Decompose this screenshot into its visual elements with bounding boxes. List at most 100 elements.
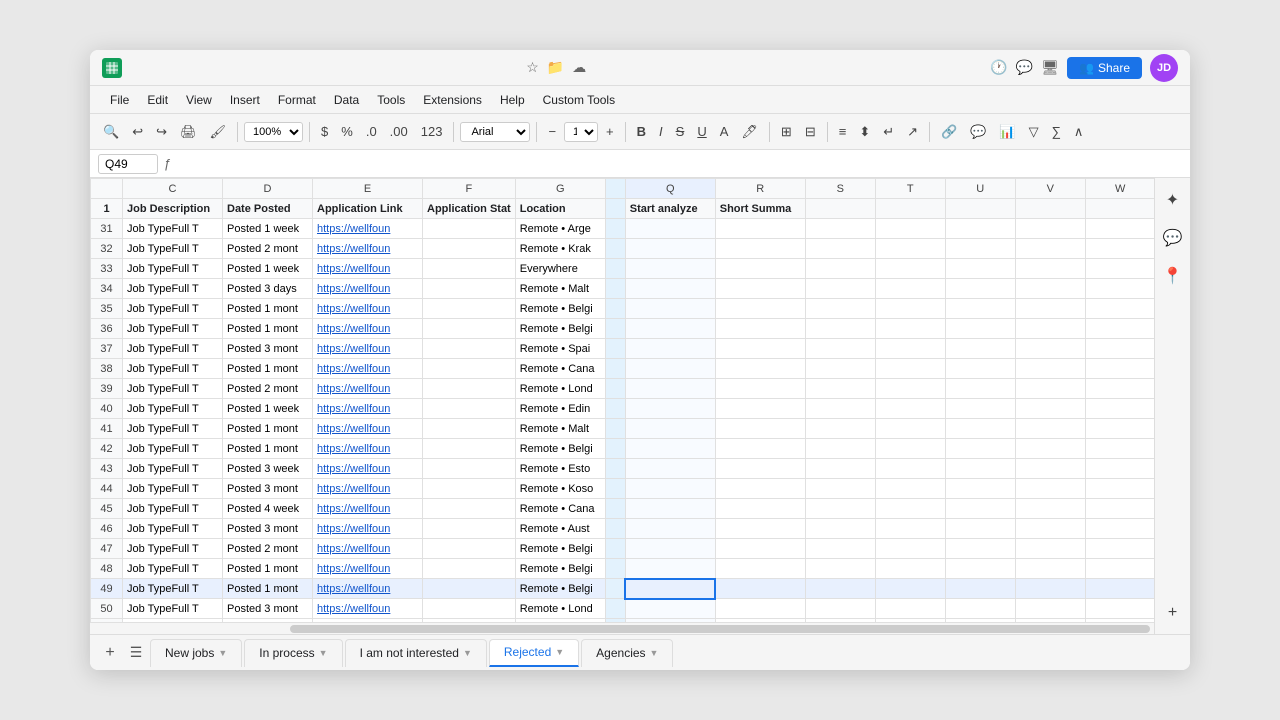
col-header-t[interactable]: T — [875, 179, 945, 199]
cell-link[interactable]: https://wellfoun — [313, 259, 423, 279]
menu-view[interactable]: View — [178, 90, 220, 110]
format-num-button[interactable]: 123 — [416, 121, 448, 142]
star-icon[interactable]: ☆ — [526, 59, 539, 76]
font-size-inc-button[interactable]: + — [601, 121, 619, 142]
cell-link[interactable]: https://wellfoun — [313, 559, 423, 579]
menu-extensions[interactable]: Extensions — [415, 90, 490, 110]
italic-button[interactable]: I — [654, 121, 668, 142]
menu-format[interactable]: Format — [270, 90, 324, 110]
cell-q[interactable] — [625, 539, 715, 559]
menu-custom-tools[interactable]: Custom Tools — [535, 90, 623, 110]
print-button[interactable]: 🖨 — [175, 121, 202, 143]
cell-q[interactable] — [625, 379, 715, 399]
cell-link[interactable]: https://wellfoun — [313, 419, 423, 439]
menu-insert[interactable]: Insert — [222, 90, 268, 110]
col-header-u[interactable]: U — [945, 179, 1015, 199]
currency-button[interactable]: $ — [316, 121, 333, 142]
cell-q[interactable] — [625, 499, 715, 519]
cell-q[interactable] — [625, 359, 715, 379]
cell-q[interactable] — [625, 399, 715, 419]
tab-new-jobs-dropdown-icon[interactable]: ▼ — [218, 648, 227, 658]
tab-in-process-dropdown-icon[interactable]: ▼ — [319, 648, 328, 658]
menu-edit[interactable]: Edit — [139, 90, 176, 110]
cell-link[interactable]: https://wellfoun — [313, 459, 423, 479]
tab-agencies-dropdown-icon[interactable]: ▼ — [650, 648, 659, 658]
avatar[interactable]: JD — [1150, 54, 1178, 82]
tab-new-jobs[interactable]: New jobs ▼ — [150, 639, 242, 667]
cell-link[interactable]: https://wellfoun — [313, 539, 423, 559]
font-selector[interactable]: Arial — [460, 122, 530, 142]
paint-format-button[interactable]: 🖌 — [205, 121, 232, 143]
strikethrough-button[interactable]: S — [671, 121, 690, 142]
tab-not-interested[interactable]: I am not interested ▼ — [345, 639, 487, 667]
cell-link[interactable]: https://wellfoun — [313, 279, 423, 299]
cell-q[interactable] — [625, 419, 715, 439]
add-sheet-button[interactable]: + — [98, 641, 122, 665]
cell-link[interactable]: https://wellfoun — [313, 519, 423, 539]
cell-q[interactable] — [625, 439, 715, 459]
decimal-inc-button[interactable]: .00 — [385, 121, 413, 142]
tab-not-interested-dropdown-icon[interactable]: ▼ — [463, 648, 472, 658]
cell-q[interactable] — [625, 599, 715, 619]
sheet-list-button[interactable]: ☰ — [124, 641, 148, 665]
cell-q[interactable] — [625, 479, 715, 499]
merge-button[interactable]: ⊟ — [800, 121, 821, 143]
tab-rejected-dropdown-icon[interactable]: ▼ — [555, 647, 564, 657]
cell-q[interactable] — [625, 219, 715, 239]
cell-q[interactable] — [625, 319, 715, 339]
wrap-button[interactable]: ↵ — [878, 121, 899, 143]
horizontal-scrollbar[interactable] — [90, 622, 1190, 634]
cell-q[interactable] — [625, 559, 715, 579]
menu-help[interactable]: Help — [492, 90, 533, 110]
collapse-button[interactable]: ∧ — [1069, 121, 1089, 143]
filter-button[interactable]: ▽ — [1024, 121, 1044, 143]
maps-icon[interactable]: 📍 — [1159, 262, 1187, 290]
cell-q[interactable] — [625, 519, 715, 539]
cell-link[interactable]: https://wellfoun — [313, 239, 423, 259]
cell-q[interactable] — [625, 299, 715, 319]
folder-icon[interactable]: 📁 — [547, 59, 564, 76]
cell-link[interactable]: https://wellfoun — [313, 399, 423, 419]
col-header-g[interactable]: G — [515, 179, 605, 199]
col-header-q[interactable]: Q — [625, 179, 715, 199]
explore-icon[interactable]: ✦ — [1162, 186, 1183, 214]
cell-link[interactable]: https://wellfoun — [313, 479, 423, 499]
cell-q[interactable] — [625, 259, 715, 279]
col-header-v[interactable]: V — [1015, 179, 1085, 199]
menu-tools[interactable]: Tools — [369, 90, 413, 110]
history-icon[interactable]: 🕐 — [990, 59, 1007, 76]
chart-button[interactable]: 📊 — [994, 121, 1020, 143]
col-header-sep[interactable] — [605, 179, 625, 199]
tab-agencies[interactable]: Agencies ▼ — [581, 639, 673, 667]
cell-link[interactable]: https://wellfoun — [313, 439, 423, 459]
function-button[interactable]: ∑ — [1047, 121, 1066, 142]
undo-button[interactable]: ↩ — [127, 121, 148, 143]
cloud-icon[interactable]: ☁ — [572, 59, 586, 76]
zoom-selector[interactable]: 100% — [244, 122, 303, 142]
col-header-r[interactable]: R — [715, 179, 805, 199]
font-size-selector[interactable]: 11 — [564, 122, 598, 142]
tab-rejected[interactable]: Rejected ▼ — [489, 639, 579, 667]
percent-button[interactable]: % — [336, 121, 358, 142]
cell-q[interactable] — [625, 239, 715, 259]
comment-icon[interactable]: 💬 — [1016, 59, 1033, 76]
rotate-button[interactable]: ↗ — [902, 121, 923, 143]
search-button[interactable]: 🔍 — [98, 121, 124, 143]
align-v-button[interactable]: ⬍ — [854, 121, 875, 143]
comment-add-button[interactable]: 💬 — [965, 121, 991, 143]
cell-link[interactable]: https://wellfoun — [313, 339, 423, 359]
screen-icon[interactable]: 🖥 — [1041, 59, 1059, 76]
cell-q[interactable] — [625, 459, 715, 479]
cell-q[interactable] — [625, 279, 715, 299]
redo-button[interactable]: ↪ — [151, 121, 172, 143]
cell-link[interactable]: https://wellfoun — [313, 359, 423, 379]
underline-button[interactable]: U — [692, 121, 711, 142]
cell-q[interactable] — [625, 579, 715, 599]
borders-button[interactable]: ⊞ — [776, 121, 797, 143]
cell-reference-input[interactable] — [98, 154, 158, 174]
cell-link[interactable]: https://wellfoun — [313, 599, 423, 619]
col-header-e[interactable]: E — [313, 179, 423, 199]
align-h-button[interactable]: ≡ — [834, 121, 852, 142]
cell-link[interactable]: https://wellfoun — [313, 379, 423, 399]
highlight-color-button[interactable]: 🖊 — [736, 121, 763, 143]
